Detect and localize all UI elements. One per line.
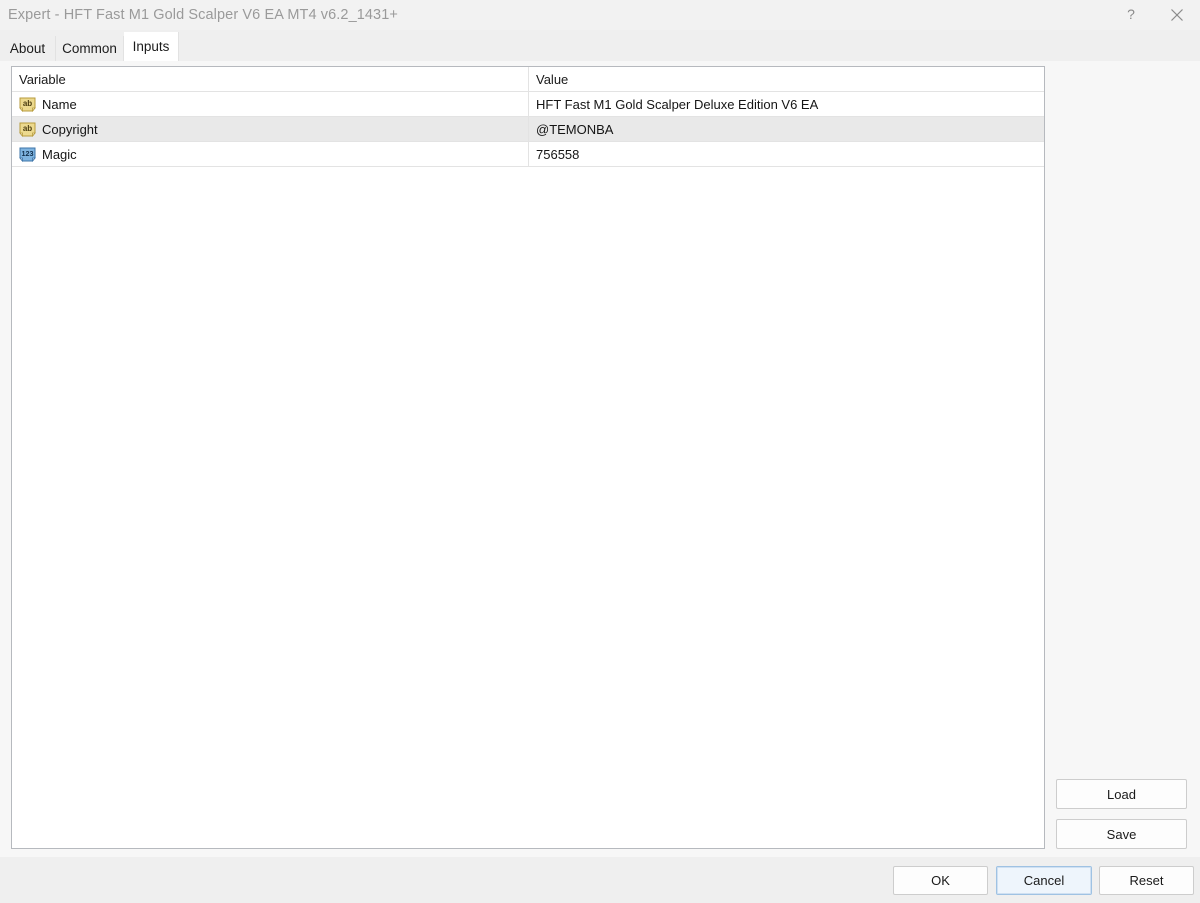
table-row[interactable]: ab Copyright @TEMONBA bbox=[12, 117, 1044, 142]
inputs-panel: Variable Value ab Name HFT Fast M1 Gold … bbox=[0, 61, 1200, 857]
row-value-cell[interactable]: 756558 bbox=[529, 142, 1044, 166]
tab-common-label: Common bbox=[62, 41, 117, 56]
row-value-cell[interactable]: @TEMONBA bbox=[529, 117, 1044, 141]
svg-text:ab: ab bbox=[23, 124, 32, 133]
cancel-button-label: Cancel bbox=[1023, 873, 1065, 888]
inputs-table[interactable]: Variable Value ab Name HFT Fast M1 Gold … bbox=[11, 66, 1045, 849]
row-variable-label: Copyright bbox=[42, 121, 98, 137]
string-type-icon: ab bbox=[19, 97, 36, 112]
row-variable-label: Magic bbox=[42, 146, 77, 162]
table-row[interactable]: 123 Magic 756558 bbox=[12, 142, 1044, 167]
reset-button[interactable]: Reset bbox=[1099, 866, 1194, 895]
string-type-icon: ab bbox=[19, 122, 36, 137]
column-header-value[interactable]: Value bbox=[529, 67, 1044, 91]
tab-common[interactable]: Common bbox=[56, 36, 124, 61]
load-button[interactable]: Load bbox=[1056, 779, 1187, 809]
tab-about[interactable]: About bbox=[0, 36, 56, 61]
tab-about-label: About bbox=[9, 41, 46, 56]
window-title: Expert - HFT Fast M1 Gold Scalper V6 EA … bbox=[8, 7, 398, 23]
row-variable-cell[interactable]: 123 Magic bbox=[12, 142, 529, 166]
save-button-label: Save bbox=[1106, 826, 1137, 842]
load-button-label: Load bbox=[1107, 786, 1136, 802]
row-variable-label: Name bbox=[42, 96, 77, 112]
column-header-value-label: Value bbox=[536, 71, 569, 87]
reset-button-label: Reset bbox=[1129, 873, 1164, 888]
column-header-variable[interactable]: Variable bbox=[12, 67, 529, 91]
question-mark-icon[interactable]: ? bbox=[1108, 0, 1154, 30]
svg-text:ab: ab bbox=[23, 99, 32, 108]
table-row[interactable]: ab Name HFT Fast M1 Gold Scalper Deluxe … bbox=[12, 92, 1044, 117]
ok-button[interactable]: OK bbox=[893, 866, 988, 895]
tab-bar: About Common Inputs bbox=[0, 30, 1200, 61]
ok-button-label: OK bbox=[931, 873, 950, 888]
table-empty-area bbox=[12, 167, 1044, 848]
row-value-label: 756558 bbox=[536, 146, 580, 162]
window-titlebar: Expert - HFT Fast M1 Gold Scalper V6 EA … bbox=[0, 0, 1200, 30]
tab-inputs-label: Inputs bbox=[132, 39, 170, 54]
cancel-button[interactable]: Cancel bbox=[996, 866, 1092, 895]
close-icon[interactable] bbox=[1154, 0, 1200, 30]
row-variable-cell[interactable]: ab Copyright bbox=[12, 117, 529, 141]
column-header-variable-label: Variable bbox=[19, 71, 66, 87]
row-value-cell[interactable]: HFT Fast M1 Gold Scalper Deluxe Edition … bbox=[529, 92, 1044, 116]
save-button[interactable]: Save bbox=[1056, 819, 1187, 849]
svg-text:123: 123 bbox=[22, 149, 34, 158]
svg-text:?: ? bbox=[1127, 7, 1135, 22]
tab-inputs[interactable]: Inputs bbox=[124, 32, 179, 61]
row-value-label: @TEMONBA bbox=[536, 121, 614, 137]
table-header-row: Variable Value bbox=[12, 67, 1044, 92]
row-value-label: HFT Fast M1 Gold Scalper Deluxe Edition … bbox=[536, 96, 819, 112]
integer-type-icon: 123 bbox=[19, 147, 36, 162]
row-variable-cell[interactable]: ab Name bbox=[12, 92, 529, 116]
